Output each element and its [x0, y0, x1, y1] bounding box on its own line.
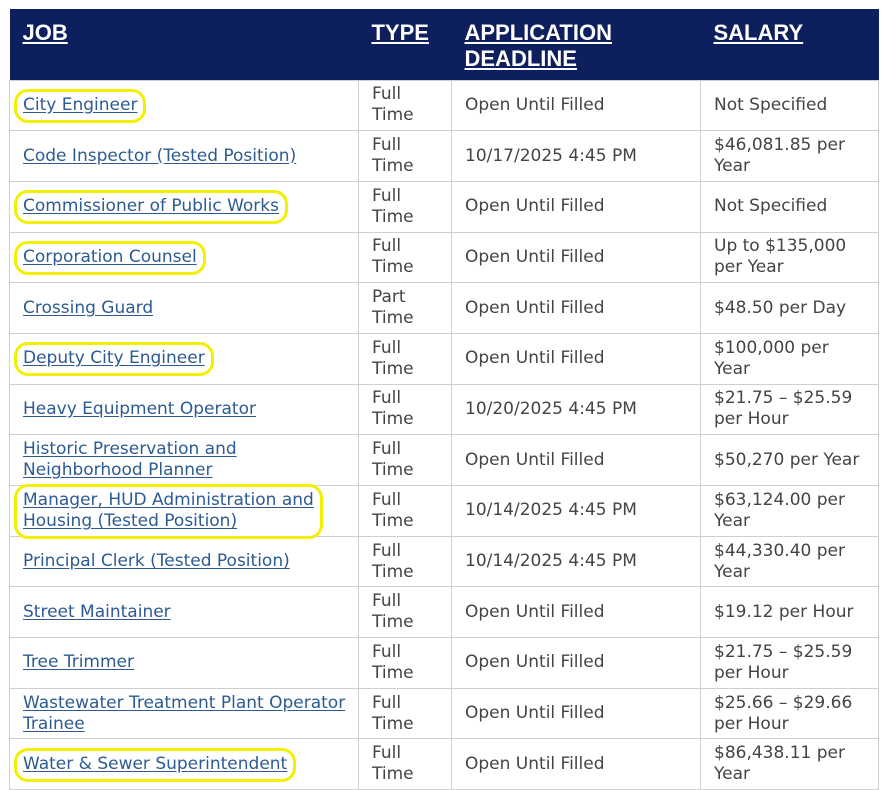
type-cell: Part Time — [358, 282, 452, 334]
header-salary-label[interactable]: SALARY — [714, 20, 804, 45]
deadline-cell: Open Until Filled — [451, 282, 701, 334]
job-cell: Principal Clerk (Tested Position) — [9, 535, 359, 588]
job-link[interactable]: Deputy City Engineer — [23, 348, 205, 368]
deadline-cell: Open Until Filled — [451, 332, 701, 385]
salary-cell: Not Specified — [700, 79, 879, 132]
type-cell: Full Time — [358, 332, 452, 385]
header-job[interactable]: JOB — [10, 9, 359, 80]
deadline-cell: Open Until Filled — [451, 637, 701, 689]
job-cell: Code Inspector (Tested Position) — [9, 130, 359, 182]
header-deadline-label[interactable]: APPLICATION DEADLINE — [465, 20, 612, 71]
table-row: Water & Sewer Superintendent Full Time Ope… — [9, 738, 879, 790]
table-row: City Engineer Full Time Open Until Filled N… — [9, 79, 879, 132]
job-cell: Heavy Equipment Operator — [9, 383, 359, 436]
table-row: Commissioner of Public Works Full Time Ope… — [9, 180, 879, 233]
deadline-cell: Open Until Filled — [451, 79, 701, 132]
job-link[interactable]: Wastewater Treatment Plant Operator Trai… — [23, 693, 345, 734]
table-row: Crossing Guard Part Time Open Until Filled… — [9, 282, 879, 334]
salary-cell: $100,000 per Year — [700, 332, 879, 385]
job-link[interactable]: Heavy Equipment Operator — [23, 399, 256, 419]
salary-cell: $86,438.11 per Year — [700, 738, 879, 790]
type-cell: Full Time — [358, 231, 452, 284]
type-cell: Full Time — [358, 637, 452, 689]
salary-cell: Up to $135,000 per Year — [700, 231, 879, 284]
deadline-cell: Open Until Filled — [451, 687, 701, 740]
header-type-label[interactable]: TYPE — [372, 20, 429, 45]
salary-cell: $63,124.00 per Year — [700, 485, 879, 537]
job-link[interactable]: Principal Clerk (Tested Position) — [23, 551, 290, 571]
salary-cell: $25.66 – $29.66 per Hour — [700, 687, 879, 740]
table-row: Historic Preservation and Neighborhood P… — [9, 434, 879, 486]
job-link[interactable]: Historic Preservation and Neighborhood P… — [23, 439, 237, 480]
salary-cell: Not Specified — [700, 180, 879, 233]
job-link[interactable]: City Engineer — [23, 95, 137, 115]
salary-cell: $48.50 per Day — [700, 282, 879, 334]
table-row: Wastewater Treatment Plant Operator Trai… — [9, 687, 879, 740]
salary-cell: $44,330.40 per Year — [700, 535, 879, 588]
deadline-cell: Open Until Filled — [451, 586, 701, 639]
job-link[interactable]: Corporation Counsel — [23, 247, 197, 267]
job-link[interactable]: Tree Trimmer — [23, 652, 134, 672]
table-row: Deputy City Engineer Full Time Open Until … — [9, 332, 879, 385]
job-link[interactable]: Water & Sewer Superintendent — [23, 754, 287, 774]
job-cell: Tree Trimmer — [9, 637, 359, 689]
job-cell: Street Maintainer — [9, 586, 359, 639]
type-cell: Full Time — [358, 383, 452, 436]
deadline-cell: Open Until Filled — [451, 434, 701, 486]
deadline-cell: Open Until Filled — [451, 738, 701, 790]
job-cell: Crossing Guard — [9, 282, 359, 334]
job-cell: Commissioner of Public Works — [9, 180, 359, 233]
salary-cell: $21.75 – $25.59 per Hour — [700, 383, 879, 436]
type-cell: Full Time — [358, 738, 452, 790]
job-cell: Corporation Counsel — [9, 231, 359, 284]
jobs-table: JOB TYPE APPLICATION DEADLINE SALARY Cit… — [9, 9, 879, 790]
job-link[interactable]: Crossing Guard — [23, 298, 153, 318]
type-cell: Full Time — [358, 180, 452, 233]
job-link[interactable]: Commissioner of Public Works — [23, 196, 279, 216]
table-row: Principal Clerk (Tested Position) Full Ti… — [9, 535, 879, 588]
type-cell: Full Time — [358, 687, 452, 740]
type-cell: Full Time — [358, 434, 452, 486]
table-row: Heavy Equipment Operator Full Time 10/20/2… — [9, 383, 879, 436]
salary-cell: $50,270 per Year — [700, 434, 879, 486]
table-header: JOB TYPE APPLICATION DEADLINE SALARY — [9, 9, 879, 80]
job-link[interactable]: Code Inspector (Tested Position) — [23, 146, 296, 166]
job-link[interactable]: Street Maintainer — [23, 602, 171, 622]
deadline-cell: 10/14/2025 4:45 PM — [451, 535, 701, 588]
job-cell: Deputy City Engineer — [9, 332, 359, 385]
job-cell: Water & Sewer Superintendent — [9, 738, 359, 790]
header-row: JOB TYPE APPLICATION DEADLINE SALARY — [9, 9, 879, 80]
type-cell: Full Time — [358, 79, 452, 132]
table-row: Manager, HUD Administration and Housing … — [9, 485, 879, 537]
job-link[interactable]: Manager, HUD Administration and Housing … — [23, 490, 314, 531]
job-cell: Manager, HUD Administration and Housing … — [9, 485, 359, 537]
table-row: Code Inspector (Tested Position) Full Tim… — [9, 130, 879, 182]
header-salary[interactable]: SALARY — [701, 9, 879, 80]
table-row: Street Maintainer Full Time Open Until Fil… — [9, 586, 879, 639]
type-cell: Full Time — [358, 130, 452, 182]
job-cell: City Engineer — [9, 79, 359, 132]
salary-cell: $21.75 – $25.59 per Hour — [700, 637, 879, 689]
header-deadline[interactable]: APPLICATION DEADLINE — [452, 9, 701, 80]
header-type[interactable]: TYPE — [359, 9, 452, 80]
deadline-cell: 10/14/2025 4:45 PM — [451, 485, 701, 537]
type-cell: Full Time — [358, 586, 452, 639]
deadline-cell: 10/20/2025 4:45 PM — [451, 383, 701, 436]
job-cell: Wastewater Treatment Plant Operator Trai… — [9, 687, 359, 740]
table-row: Tree Trimmer Full Time Open Until Filled $2… — [9, 637, 879, 689]
job-cell: Historic Preservation and Neighborhood P… — [9, 434, 359, 486]
deadline-cell: Open Until Filled — [451, 180, 701, 233]
type-cell: Full Time — [358, 485, 452, 537]
table-row: Corporation Counsel Full Time Open Until F… — [9, 231, 879, 284]
header-job-label[interactable]: JOB — [23, 20, 68, 45]
deadline-cell: Open Until Filled — [451, 231, 701, 284]
salary-cell: $46,081.85 per Year — [700, 130, 879, 182]
type-cell: Full Time — [358, 535, 452, 588]
table-body: City Engineer Full Time Open Until Filled N… — [9, 79, 879, 790]
deadline-cell: 10/17/2025 4:45 PM — [451, 130, 701, 182]
salary-cell: $19.12 per Hour — [700, 586, 879, 639]
